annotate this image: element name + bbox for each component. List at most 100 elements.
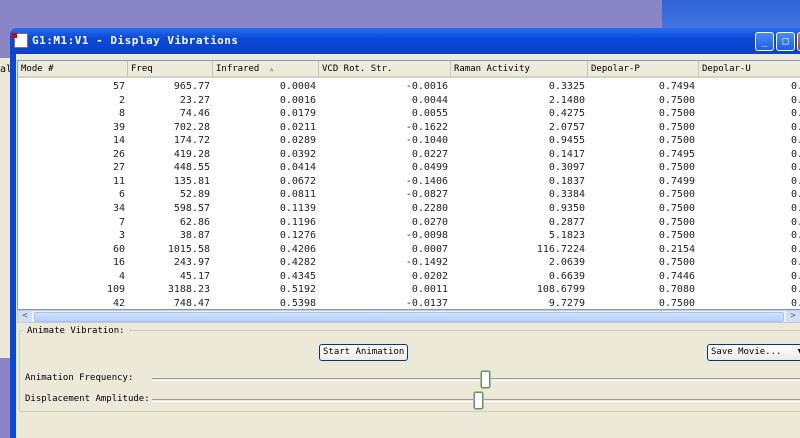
table-cell: 448.55 <box>173 162 210 174</box>
table-cell: -0.1406 <box>405 175 448 187</box>
table-row[interactable]: 6 52.89 0.0811 -0.0827 0.3384 0.7500 0.85 <box>18 188 800 202</box>
table-row[interactable]: 34 598.57 0.1139 0.2280 0.9350 0.7500 0.85 <box>18 202 800 216</box>
table-cell: 0.85 <box>791 94 800 106</box>
table-cell: 34 <box>112 203 125 215</box>
column-header-freq[interactable]: Freq <box>128 61 213 77</box>
table-row[interactable]: 2 23.27 0.0016 0.0044 2.1480 0.7500 0.85 <box>18 94 800 108</box>
table-row[interactable]: 4 45.17 0.4345 0.0202 0.6639 0.7446 0.85 <box>18 270 800 284</box>
table-cell: 0.7500 <box>658 189 695 201</box>
window-title: G1:M1:V1 - Display Vibrations <box>32 34 239 47</box>
table-cell: 0.7500 <box>658 230 695 242</box>
table-cell: -0.1492 <box>405 257 448 269</box>
table-row[interactable]: 26 419.28 0.0392 0.0227 0.1417 0.7495 0.85 <box>18 148 800 162</box>
table-cell: 0.7500 <box>658 121 695 133</box>
table-cell: 0.0672 <box>279 175 316 187</box>
table-cell: 0.7495 <box>658 148 695 160</box>
table-cell: 0.0270 <box>411 216 448 228</box>
app-icon <box>12 33 28 48</box>
table-cell: 0.85 <box>791 216 800 228</box>
column-header-depolar-u[interactable]: Depolar-U <box>699 61 800 77</box>
table-cell: 0.5398 <box>279 297 316 309</box>
table-row[interactable]: 14 174.72 0.0289 -0.1040 0.9455 0.7500 0.85 <box>18 134 800 148</box>
table-cell: 0.0011 <box>411 284 448 296</box>
table-cell: 2 <box>118 94 125 106</box>
group-label: Animate Vibration: <box>23 326 129 336</box>
table-row[interactable]: 7 62.86 0.1196 0.0270 0.2877 0.7500 0.85 <box>18 216 800 230</box>
table-cell: 62.86 <box>179 216 210 228</box>
table-cell: 0.6639 <box>548 270 585 282</box>
table-cell: 0.3325 <box>548 81 585 92</box>
table-cell: 0.1139 <box>279 203 316 215</box>
start-animation-button[interactable]: Start Animation <box>319 344 409 361</box>
table-cell: 0.82 <box>791 284 800 296</box>
table-row[interactable]: 39 702.28 0.0211 -0.1622 2.0757 0.7500 0.85 <box>18 121 800 135</box>
table-cell: 0.0414 <box>279 162 316 174</box>
scroll-right-arrow-icon[interactable]: > <box>786 311 800 322</box>
table-cell: 26 <box>112 148 125 160</box>
table-cell: 0.7499 <box>658 175 695 187</box>
save-movie-button[interactable]: Save Movie... ▼ <box>707 344 800 361</box>
scrollbar-thumb[interactable] <box>34 312 784 322</box>
table-cell: 0.3384 <box>548 189 585 201</box>
animate-vibration-group: Animate Vibration: Start Animation Save … <box>19 326 800 412</box>
table-cell: 419.28 <box>173 148 210 160</box>
table-cell: 6 <box>118 189 125 201</box>
table-cell: 0.85 <box>791 297 800 309</box>
table-cell: 0.7500 <box>658 257 695 269</box>
maximize-button[interactable]: □ <box>776 32 795 51</box>
column-header-vcd-rot-str[interactable]: VCD Rot. Str. <box>319 61 451 77</box>
table-row[interactable]: 57 965.77 0.0004 -0.0016 0.3325 0.7494 0.85 <box>18 80 800 94</box>
table-cell: 14 <box>112 135 125 147</box>
table-cell: 0.7500 <box>658 135 695 147</box>
slider-thumb[interactable] <box>474 392 484 409</box>
displacement-amplitude-slider[interactable] <box>152 392 800 409</box>
table-cell: 0.0211 <box>279 121 316 133</box>
table-cell: 0.85 <box>791 121 800 133</box>
table-row[interactable]: 27 448.55 0.0414 0.0499 0.3097 0.7500 0.85 <box>18 161 800 175</box>
table-cell: 0.7500 <box>658 108 695 120</box>
table-cell: 74.46 <box>179 108 210 120</box>
table-row[interactable]: 42 748.47 0.5398 -0.0137 9.7279 0.7500 0.85 <box>18 297 800 309</box>
animation-frequency-slider[interactable] <box>152 371 800 388</box>
table-row[interactable]: 3 38.87 0.1276 -0.0098 5.1823 0.7500 0.85 <box>18 229 800 243</box>
table-row[interactable]: 16 243.97 0.4282 -0.1492 2.0639 0.7500 0.85 <box>18 256 800 270</box>
table-cell: 57 <box>112 81 125 92</box>
table-cell: 9.7279 <box>548 297 585 309</box>
table-row[interactable]: 11 135.81 0.0672 -0.1406 0.1837 0.7499 0.85 <box>18 175 800 189</box>
animation-frequency-label: Animation Frequency: <box>25 373 134 383</box>
table-cell: 0.0044 <box>411 94 448 106</box>
table-cell: 0.85 <box>791 230 800 242</box>
table-cell: 0.4282 <box>279 257 316 269</box>
table-cell: -0.0016 <box>405 81 448 92</box>
table-row[interactable]: 60 1015.58 0.4206 0.0007 116.7224 0.2154 0.35 <box>18 243 800 257</box>
table-cell: 108.6799 <box>536 284 585 296</box>
table-cell: 135.81 <box>173 175 210 187</box>
table-row[interactable]: 8 74.46 0.0179 0.0055 0.4275 0.7500 0.85 <box>18 107 800 121</box>
table-cell: 0.0392 <box>279 148 316 160</box>
column-header-infrared[interactable]: Infrared ▲ <box>213 61 319 77</box>
table-cell: -0.0098 <box>405 230 448 242</box>
table-header: Mode # Freq Infrared ▲ VCD Rot. Str. Raman Ac… <box>18 61 800 78</box>
table-cell: 0.0004 <box>279 81 316 92</box>
column-header-raman-activity[interactable]: Raman Activity <box>451 61 588 77</box>
table-cell: 0.85 <box>791 270 800 282</box>
table-cell: 0.85 <box>791 148 800 160</box>
table-cell: 116.7224 <box>536 243 585 255</box>
table-cell: 0.85 <box>791 108 800 120</box>
table-cell: 0.3097 <box>548 162 585 174</box>
table-cell: 0.9455 <box>548 135 585 147</box>
column-header-depolar-p[interactable]: Depolar-P <box>588 61 699 77</box>
title-bar[interactable]: G1:M1:V1 - Display Vibrations _ □ × <box>10 28 800 54</box>
column-header-mode[interactable]: Mode # <box>18 61 128 77</box>
horizontal-scrollbar[interactable]: < > <box>17 310 800 323</box>
minimize-button[interactable]: _ <box>755 32 774 51</box>
table-cell: 0.7500 <box>658 297 695 309</box>
table-cell: 0.0055 <box>411 108 448 120</box>
table-cell: 0.85 <box>791 135 800 147</box>
table-cell: 60 <box>112 243 125 255</box>
slider-thumb[interactable] <box>481 371 490 388</box>
table-cell: 109 <box>106 284 125 296</box>
scroll-left-arrow-icon[interactable]: < <box>18 311 32 322</box>
table-cell: 5.1823 <box>548 230 585 242</box>
table-row[interactable]: 109 3188.23 0.5192 0.0011 108.6799 0.7080 0.82 <box>18 283 800 297</box>
